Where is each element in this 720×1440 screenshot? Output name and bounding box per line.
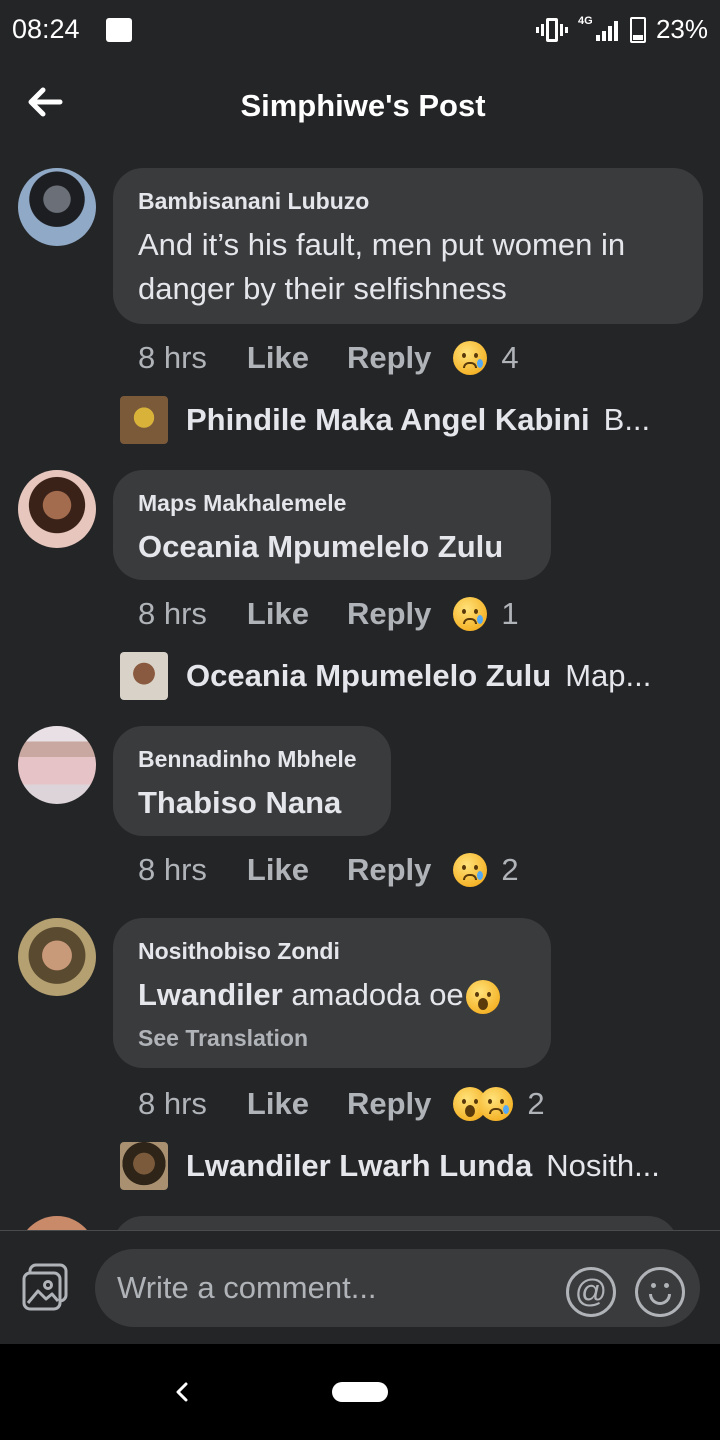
comment-time: 8 hrs bbox=[138, 340, 207, 375]
like-button[interactable]: Like bbox=[247, 852, 309, 888]
comment-actions: 8 hrs Like Reply 2 bbox=[138, 1086, 545, 1122]
reply-snippet: Map... bbox=[565, 658, 652, 693]
like-button[interactable]: Like bbox=[247, 340, 309, 376]
comment-author[interactable]: Maps Makhalemele bbox=[138, 490, 525, 517]
reply-preview[interactable]: Phindile Maka Angel Kabini B... bbox=[120, 396, 650, 444]
vibrate-icon bbox=[535, 16, 568, 44]
comment-bubble[interactable] bbox=[113, 1216, 678, 1230]
sad-reaction-icon[interactable] bbox=[453, 341, 488, 375]
sad-reaction-icon[interactable] bbox=[453, 853, 488, 887]
comment-author[interactable]: Bennadinho Mbhele bbox=[138, 746, 365, 773]
reply-button[interactable]: Reply bbox=[347, 1086, 431, 1122]
see-translation-link[interactable]: See Translation bbox=[138, 1025, 525, 1052]
comment-author[interactable]: Bambisanani Lubuzo bbox=[138, 188, 677, 215]
comment-time: 8 hrs bbox=[138, 596, 207, 631]
mention-tag[interactable]: Oceania Mpumelelo Zulu bbox=[138, 529, 503, 564]
comment-bubble[interactable]: Bennadinho Mbhele Thabiso Nana bbox=[113, 726, 391, 836]
comment-bubble[interactable]: Maps Makhalemele Oceania Mpumelelo Zulu bbox=[113, 470, 551, 580]
reply-avatar bbox=[120, 1142, 168, 1190]
comment-time: 8 hrs bbox=[138, 852, 207, 887]
reply-button[interactable]: Reply bbox=[347, 340, 431, 376]
comment-author[interactable]: Nosithobiso Zondi bbox=[138, 938, 525, 965]
reply-author: Oceania Mpumelelo Zulu bbox=[186, 658, 552, 693]
reply-preview[interactable]: Oceania Mpumelelo Zulu Map... bbox=[120, 652, 651, 700]
sad-reaction-icon[interactable] bbox=[453, 597, 488, 631]
status-icons: 4G 23% bbox=[535, 14, 708, 45]
reaction-count[interactable]: 1 bbox=[501, 596, 518, 632]
system-nav-bar bbox=[0, 1344, 720, 1440]
comment-composer: @ bbox=[0, 1230, 720, 1344]
comment-actions: 8 hrs Like Reply 1 bbox=[138, 596, 519, 632]
comment-text: And it’s his fault, men put women in dan… bbox=[138, 227, 626, 306]
photo-button[interactable] bbox=[20, 1261, 72, 1313]
comment-actions: 8 hrs Like Reply 2 bbox=[138, 852, 519, 888]
avatar[interactable] bbox=[18, 470, 96, 548]
comment-text-rest: amadoda oe bbox=[282, 977, 464, 1012]
comment-bubble[interactable]: Bambisanani Lubuzo And it’s his fault, m… bbox=[113, 168, 703, 324]
gallery-notification-icon bbox=[106, 18, 132, 42]
comment-text: Lwandiler amadoda oe bbox=[138, 973, 525, 1017]
comment-text: Thabiso Nana bbox=[138, 781, 365, 825]
app-bar: Simphiwe's Post bbox=[0, 62, 720, 152]
status-time: 08:24 bbox=[12, 14, 80, 44]
comment-actions: 8 hrs Like Reply 4 bbox=[138, 340, 519, 376]
reply-avatar bbox=[120, 396, 168, 444]
reply-avatar bbox=[120, 652, 168, 700]
photo-icon bbox=[22, 1263, 68, 1311]
reply-snippet: B... bbox=[603, 402, 651, 437]
sad-reaction-icon[interactable] bbox=[479, 1087, 514, 1121]
battery-level: 23% bbox=[655, 14, 708, 44]
reply-author: Phindile Maka Angel Kabini bbox=[186, 402, 590, 437]
reaction-count[interactable]: 2 bbox=[527, 1086, 544, 1122]
mention-tag[interactable]: Thabiso Nana bbox=[138, 785, 341, 820]
comment-bubble[interactable]: Nosithobiso Zondi Lwandiler amadoda oe S… bbox=[113, 918, 551, 1068]
signal-icon: 4G bbox=[577, 14, 620, 43]
mention-button[interactable]: @ bbox=[566, 1267, 616, 1317]
avatar[interactable] bbox=[18, 726, 96, 804]
like-button[interactable]: Like bbox=[247, 1086, 309, 1122]
reply-preview[interactable]: Lwandiler Lwarh Lunda Nosith... bbox=[120, 1142, 660, 1190]
mention-tag[interactable]: Lwandiler bbox=[138, 977, 283, 1012]
reply-snippet: Nosith... bbox=[546, 1148, 660, 1183]
steam-face-emoji-icon bbox=[465, 979, 500, 1014]
system-back-icon[interactable] bbox=[168, 1372, 198, 1412]
home-pill[interactable] bbox=[332, 1382, 388, 1402]
page-title: Simphiwe's Post bbox=[240, 88, 486, 123]
comment-list[interactable]: Bambisanani Lubuzo And it’s his fault, m… bbox=[0, 152, 720, 1230]
reply-author: Lwandiler Lwarh Lunda bbox=[186, 1148, 533, 1183]
emoji-picker-button[interactable] bbox=[635, 1267, 685, 1317]
status-bar: 08:24 4G 23% bbox=[0, 0, 720, 62]
network-type: 4G bbox=[577, 14, 593, 27]
reply-button[interactable]: Reply bbox=[347, 852, 431, 888]
reply-button[interactable]: Reply bbox=[347, 596, 431, 632]
avatar[interactable] bbox=[18, 168, 96, 246]
avatar[interactable] bbox=[18, 1216, 96, 1230]
reaction-count[interactable]: 4 bbox=[501, 340, 518, 376]
comment-time: 8 hrs bbox=[138, 1086, 207, 1121]
like-button[interactable]: Like bbox=[247, 596, 309, 632]
reaction-count[interactable]: 2 bbox=[501, 852, 518, 888]
battery-icon bbox=[629, 16, 646, 43]
avatar[interactable] bbox=[18, 918, 96, 996]
comment-text: Oceania Mpumelelo Zulu bbox=[138, 525, 525, 569]
